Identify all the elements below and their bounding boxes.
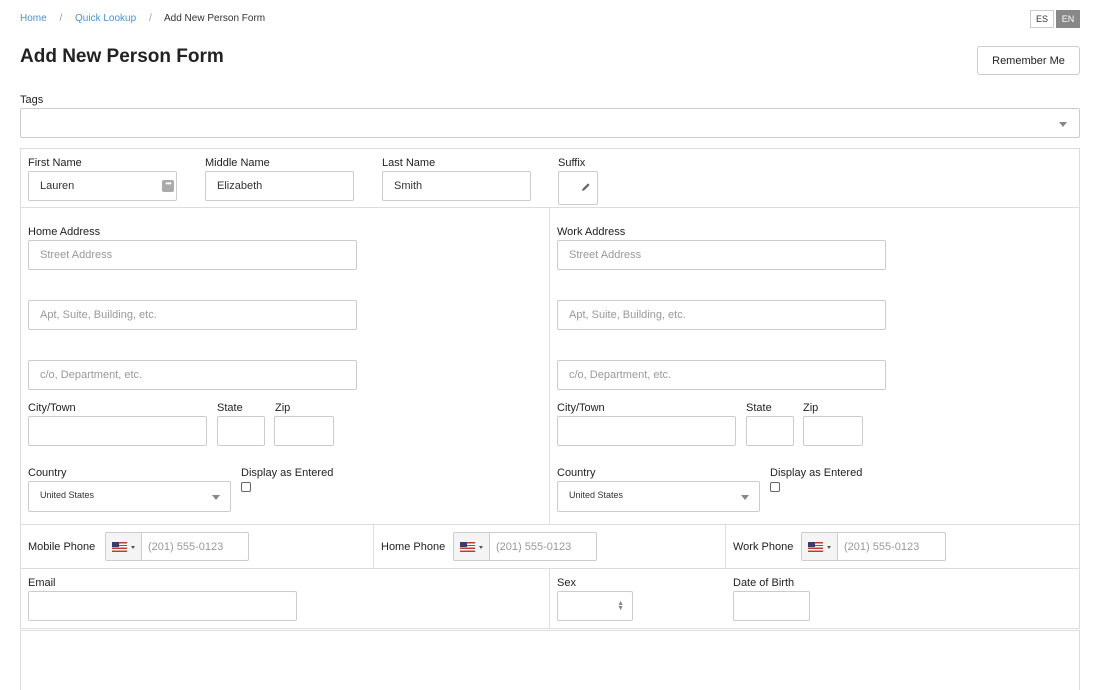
home-co-placeholder: c/o, Department, etc.: [40, 369, 143, 381]
work-phone-placeholder: (201) 555-0123: [844, 540, 920, 553]
home-address-label: Home Address: [28, 226, 101, 238]
divider: [549, 568, 550, 629]
last-name-value: Smith: [394, 180, 423, 192]
chevron-down-icon: [212, 495, 220, 500]
divider: [725, 524, 726, 568]
first-name-label: First Name: [28, 157, 82, 169]
email-input[interactable]: [28, 591, 297, 621]
home-country-select[interactable]: United States: [28, 481, 231, 512]
home-country-label: Country: [28, 467, 67, 479]
work-city-label: City/Town: [557, 402, 605, 414]
home-display-entered-label: Display as Entered: [241, 467, 334, 479]
home-state-input[interactable]: [217, 416, 265, 446]
work-apt-placeholder: Apt, Suite, Building, etc.: [569, 309, 686, 321]
us-flag-icon: [460, 541, 475, 552]
mobile-phone-placeholder: (201) 555-0123: [148, 540, 224, 553]
middle-name-value: Elizabeth: [217, 180, 263, 192]
lang-en-button[interactable]: EN: [1056, 10, 1080, 28]
divider: [549, 207, 550, 524]
us-flag-icon: [808, 541, 823, 552]
work-apt-input[interactable]: Apt, Suite, Building, etc.: [557, 300, 886, 330]
mobile-phone-label: Mobile Phone: [28, 541, 96, 553]
home-apt-input[interactable]: Apt, Suite, Building, etc.: [28, 300, 357, 330]
work-display-entered-label: Display as Entered: [770, 467, 863, 479]
home-state-label: State: [217, 402, 243, 414]
work-phone-input[interactable]: (201) 555-0123: [801, 532, 946, 561]
chevron-down-icon: [1059, 122, 1067, 127]
dob-input[interactable]: [733, 591, 810, 621]
country-code-dropdown[interactable]: [106, 533, 142, 560]
suffix-label: Suffix: [558, 157, 586, 169]
dob-label: Date of Birth: [733, 577, 795, 589]
work-city-input[interactable]: [557, 416, 736, 446]
home-phone-input[interactable]: (201) 555-0123: [453, 532, 597, 561]
mobile-phone-input[interactable]: (201) 555-0123: [105, 532, 249, 561]
home-display-entered-checkbox[interactable]: [241, 482, 251, 492]
chevron-down-icon: [479, 546, 483, 549]
work-state-label: State: [746, 402, 772, 414]
work-state-input[interactable]: [746, 416, 794, 446]
chevron-down-icon: [131, 546, 135, 549]
sex-label: Sex: [557, 577, 576, 589]
home-city-input[interactable]: [28, 416, 207, 446]
breadcrumb: Home / Quick Lookup / Add New Person For…: [20, 13, 265, 24]
first-name-value: Lauren: [40, 180, 75, 192]
last-name-label: Last Name: [382, 157, 436, 169]
work-country-value: United States: [569, 490, 624, 500]
work-co-input[interactable]: c/o, Department, etc.: [557, 360, 886, 390]
work-zip-label: Zip: [803, 402, 819, 414]
breadcrumb-home-link[interactable]: Home: [20, 13, 47, 24]
home-city-label: City/Town: [28, 402, 76, 414]
breadcrumb-current: Add New Person Form: [163, 13, 266, 24]
home-phone-placeholder: (201) 555-0123: [496, 540, 572, 553]
form-section-panel: [20, 630, 1080, 690]
country-code-dropdown[interactable]: [454, 533, 490, 560]
breadcrumb-quick-lookup-link[interactable]: Quick Lookup: [75, 13, 136, 24]
work-street-placeholder: Street Address: [569, 249, 642, 261]
work-address-label: Work Address: [557, 226, 626, 238]
lang-es-button[interactable]: ES: [1030, 10, 1054, 28]
home-phone-label: Home Phone: [381, 541, 446, 553]
tags-label: Tags: [20, 94, 44, 106]
suffix-input[interactable]: [558, 171, 598, 205]
language-switch: ES EN: [1030, 10, 1080, 28]
email-label: Email: [28, 577, 56, 589]
up-down-stepper-icon: ▲ ▼: [617, 600, 624, 612]
remember-me-button[interactable]: Remember Me: [977, 46, 1080, 75]
divider: [20, 207, 1080, 208]
country-code-dropdown[interactable]: [802, 533, 838, 560]
home-street-placeholder: Street Address: [40, 249, 113, 261]
first-name-input[interactable]: Lauren •••: [28, 171, 177, 201]
middle-name-label: Middle Name: [205, 157, 270, 169]
chevron-down-icon: [741, 495, 749, 500]
home-street-input[interactable]: Street Address: [28, 240, 357, 270]
home-country-value: United States: [40, 490, 95, 500]
sex-select[interactable]: ▲ ▼: [557, 591, 633, 621]
work-co-placeholder: c/o, Department, etc.: [569, 369, 672, 381]
work-street-input[interactable]: Street Address: [557, 240, 886, 270]
page-title: Add New Person Form: [20, 46, 224, 67]
middle-name-input[interactable]: Elizabeth: [205, 171, 354, 201]
home-zip-label: Zip: [275, 402, 291, 414]
work-zip-input[interactable]: [803, 416, 863, 446]
breadcrumb-separator: /: [59, 13, 63, 24]
chevron-down-icon: [827, 546, 831, 549]
breadcrumb-separator: /: [148, 13, 152, 24]
home-zip-input[interactable]: [274, 416, 334, 446]
work-country-select[interactable]: United States: [557, 481, 760, 512]
work-country-label: Country: [557, 467, 596, 479]
pencil-icon: [582, 183, 590, 191]
us-flag-icon: [112, 541, 127, 552]
divider: [20, 568, 1080, 569]
divider: [20, 524, 1080, 525]
divider: [373, 524, 374, 568]
more-dots-icon[interactable]: •••: [162, 180, 174, 192]
last-name-input[interactable]: Smith: [382, 171, 531, 201]
work-phone-label: Work Phone: [733, 541, 794, 553]
tags-select[interactable]: [20, 108, 1080, 138]
work-display-entered-checkbox[interactable]: [770, 482, 780, 492]
home-apt-placeholder: Apt, Suite, Building, etc.: [40, 309, 157, 321]
home-co-input[interactable]: c/o, Department, etc.: [28, 360, 357, 390]
